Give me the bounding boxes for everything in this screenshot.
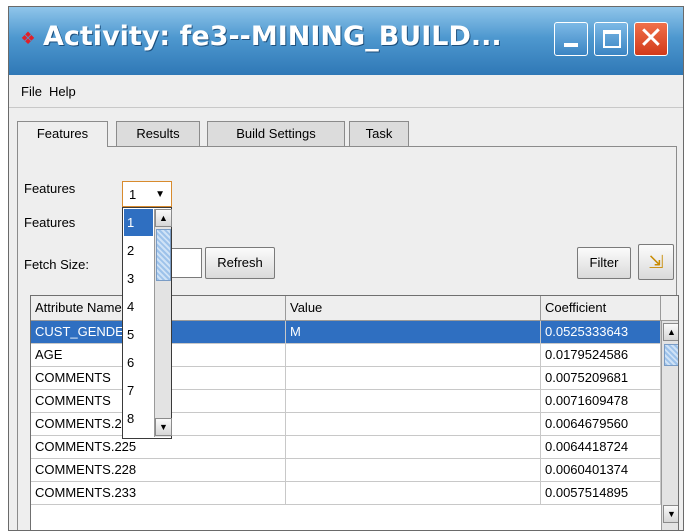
chevron-down-icon: ▼ bbox=[155, 189, 165, 200]
cell-value bbox=[286, 367, 541, 389]
close-icon: ✕ bbox=[638, 21, 664, 56]
dropdown-option[interactable]: 5 bbox=[124, 321, 153, 348]
cell-coefficient: 0.0064679560 bbox=[541, 413, 661, 435]
tab-results[interactable]: Results bbox=[116, 121, 200, 146]
window-title: Activity: fe3--MINING_BUILD... bbox=[43, 21, 502, 52]
dropdown-scrollbar[interactable]: ▲ ▼ bbox=[154, 209, 172, 437]
cell-value bbox=[286, 436, 541, 458]
tab-task[interactable]: Task bbox=[349, 121, 409, 146]
scroll-up-icon[interactable]: ▲ bbox=[663, 323, 678, 341]
cell-value bbox=[286, 344, 541, 366]
menu-help[interactable]: Help bbox=[49, 84, 76, 99]
cell-coefficient: 0.0064418724 bbox=[541, 436, 661, 458]
cell-coefficient: 0.0525333643 bbox=[541, 321, 661, 343]
cell-coefficient: 0.0057514895 bbox=[541, 482, 661, 504]
title-bar[interactable]: ❖ Activity: fe3--MINING_BUILD... ✕ bbox=[9, 7, 683, 75]
tab-features[interactable]: Features bbox=[17, 121, 108, 147]
cell-coefficient: 0.0179524586 bbox=[541, 344, 661, 366]
cell-coefficient: 0.0075209681 bbox=[541, 367, 661, 389]
col-coefficient[interactable]: Coefficient bbox=[541, 296, 661, 321]
dropdown-option[interactable]: 6 bbox=[124, 349, 153, 376]
dropdown-option[interactable]: 3 bbox=[124, 265, 153, 292]
dropdown-option[interactable]: 8 bbox=[124, 405, 153, 432]
activity-window: ❖ Activity: fe3--MINING_BUILD... ✕ File … bbox=[8, 6, 684, 531]
filter-button[interactable]: Filter bbox=[577, 247, 631, 279]
header-corner bbox=[661, 296, 678, 321]
cell-value: M bbox=[286, 321, 541, 343]
minimize-button[interactable] bbox=[554, 22, 588, 56]
export-button[interactable]: ⇲ bbox=[638, 244, 674, 280]
table-row[interactable]: COMMENTS.225 0.0064418724 bbox=[31, 436, 661, 459]
cell-coefficient: 0.0060401374 bbox=[541, 459, 661, 481]
cell-attribute: COMMENTS.225 bbox=[31, 436, 286, 458]
dropdown-option[interactable]: 4 bbox=[124, 293, 153, 320]
cell-value bbox=[286, 390, 541, 412]
scroll-up-icon[interactable]: ▲ bbox=[155, 209, 172, 227]
features-combo[interactable]: 1 ▼ bbox=[122, 181, 172, 207]
scroll-thumb[interactable] bbox=[664, 344, 678, 366]
cell-attribute: COMMENTS.233 bbox=[31, 482, 286, 504]
dropdown-option[interactable]: 7 bbox=[124, 377, 153, 404]
table-row[interactable]: COMMENTS.233 0.0057514895 bbox=[31, 482, 661, 505]
scroll-down-icon[interactable]: ▼ bbox=[155, 418, 172, 436]
menu-file[interactable]: File bbox=[21, 84, 42, 99]
features-combo-value: 1 bbox=[129, 187, 137, 202]
maximize-button[interactable] bbox=[594, 22, 628, 56]
cell-value bbox=[286, 482, 541, 504]
dropdown-option[interactable]: 2 bbox=[124, 237, 153, 264]
menu-bar: File Help bbox=[9, 75, 683, 108]
cell-value bbox=[286, 413, 541, 435]
scroll-thumb[interactable] bbox=[156, 229, 171, 281]
table-scrollbar[interactable]: ▲ ▼ bbox=[661, 321, 678, 530]
export-icon: ⇲ bbox=[648, 252, 664, 272]
cell-attribute: COMMENTS.228 bbox=[31, 459, 286, 481]
maximize-icon bbox=[603, 30, 621, 48]
features-label: Features bbox=[24, 181, 76, 196]
scroll-down-icon[interactable]: ▼ bbox=[663, 505, 678, 523]
fetch-size-label: Fetch Size: bbox=[24, 257, 90, 272]
minimize-icon bbox=[564, 43, 578, 47]
cell-value bbox=[286, 459, 541, 481]
dropdown-option[interactable]: 1 bbox=[124, 209, 153, 236]
features-dropdown-list: 1 2 3 4 5 6 7 8 ▲ ▼ bbox=[122, 207, 172, 439]
table-row[interactable]: COMMENTS.228 0.0060401374 bbox=[31, 459, 661, 482]
refresh-button[interactable]: Refresh bbox=[205, 247, 275, 279]
close-button[interactable]: ✕ bbox=[634, 22, 668, 56]
features-label-2: Features bbox=[24, 215, 76, 230]
gem-icon: ❖ bbox=[20, 29, 36, 48]
tab-build-settings[interactable]: Build Settings bbox=[207, 121, 345, 146]
cell-coefficient: 0.0071609478 bbox=[541, 390, 661, 412]
col-value[interactable]: Value bbox=[286, 296, 541, 321]
